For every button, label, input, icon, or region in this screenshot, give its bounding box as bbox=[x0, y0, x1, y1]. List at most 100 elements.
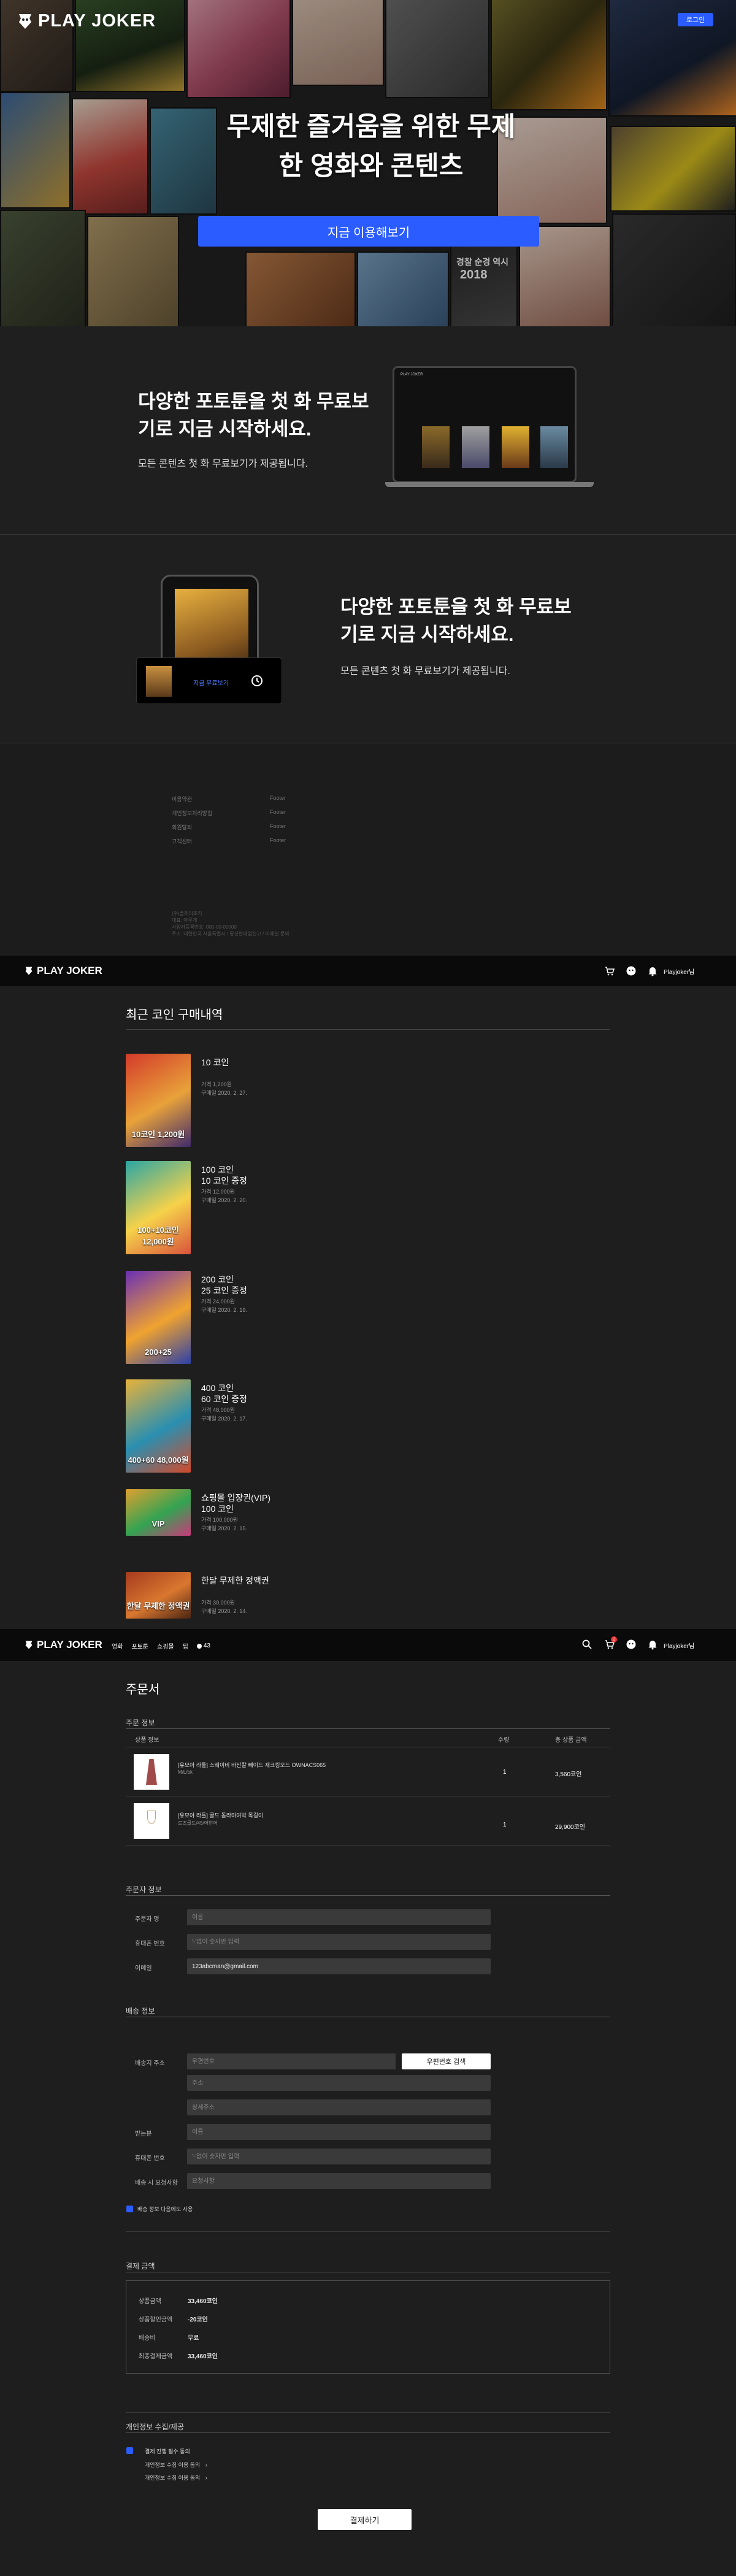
delivery-request-input[interactable] bbox=[187, 2173, 491, 2189]
product-thumb[interactable] bbox=[134, 1754, 169, 1790]
promo-title-line2: 기로 지금 시작하세요. bbox=[138, 418, 312, 440]
bell-icon[interactable] bbox=[647, 965, 658, 976]
purchase-thumbnail[interactable]: 100+10코인 12,000원 bbox=[126, 1161, 191, 1254]
purchase-title: 10 코인 bbox=[201, 1057, 229, 1067]
hero-title: 무제한 즐거움을 위한 무제 한 영화와 콘텐츠 bbox=[218, 107, 524, 186]
buyer-name-label: 주문자 명 bbox=[135, 1916, 159, 1923]
brand-logo[interactable]: PLAY JOKER bbox=[25, 1639, 102, 1651]
discount-value: -20코인 bbox=[188, 2317, 208, 2323]
poster bbox=[502, 426, 529, 468]
recipient-input[interactable] bbox=[187, 2124, 491, 2140]
final-total-value: 33,460코인 bbox=[188, 2353, 218, 2360]
final-total-label: 최종결제금액 bbox=[139, 2353, 173, 2360]
thumbnail-caption: 10코인 1,200원 bbox=[131, 1130, 185, 1139]
purchase-bonus: 60 코인 증정 bbox=[201, 1394, 247, 1404]
purchase-date: 구매일 2020. 2. 15. bbox=[201, 1525, 247, 1531]
main-nav-bar: PLAY JOKER 영화 포토툰 쇼핑몰 팁 43 2 Playjoker님 bbox=[0, 1629, 736, 1661]
agree-item[interactable]: 개인정보 수집 이용 동의 › bbox=[145, 2474, 207, 2482]
pay-button[interactable]: 결제하기 bbox=[318, 2509, 412, 2530]
divider bbox=[126, 2412, 610, 2413]
product-qty: 1 bbox=[503, 1769, 507, 1776]
hero-title-line2: 한 영화와 콘텐츠 bbox=[278, 151, 464, 181]
profile-icon[interactable] bbox=[626, 1639, 637, 1650]
col-total: 총 상품 금액 bbox=[555, 1737, 587, 1744]
shipping-fee-label: 배송비 bbox=[139, 2335, 156, 2342]
payment-summary: 상품금액 33,460코인 상품할인금액 -20코인 배송비 무료 최종결제금액… bbox=[126, 2280, 610, 2374]
col-product: 상품 정보 bbox=[135, 1737, 159, 1744]
footer-link[interactable]: Footer bbox=[270, 809, 286, 815]
product-name[interactable]: [유모아 라틀] 스웨이비 바틴칼 빼이드 재크킹오드 OWNACS065 bbox=[178, 1761, 326, 1769]
buyer-email-input[interactable] bbox=[187, 1958, 491, 1974]
agree-item[interactable]: 개인정보 수집 이용 동의 › bbox=[145, 2461, 207, 2469]
purchase-thumbnail[interactable]: 한달 무제한 정액권 bbox=[126, 1572, 191, 1619]
purchase-thumbnail[interactable]: VIP bbox=[126, 1489, 191, 1536]
chevron-right-icon: › bbox=[205, 2462, 207, 2468]
address-detail-input[interactable] bbox=[187, 2099, 491, 2115]
purchase-title: 100 코인 bbox=[201, 1165, 234, 1175]
footer-link[interactable]: Footer bbox=[270, 823, 286, 829]
player-card[interactable]: 지금 무료보기 bbox=[136, 657, 282, 704]
joker-logo-icon bbox=[25, 1641, 33, 1649]
address-input[interactable] bbox=[187, 2075, 491, 2091]
product-option: M/L/bk bbox=[178, 1769, 193, 1775]
purchase-thumbnail[interactable]: 200+25 bbox=[126, 1271, 191, 1364]
footer-meta-line: 대표: 아무개 bbox=[172, 918, 197, 923]
cart-icon[interactable] bbox=[604, 965, 615, 976]
recipient-phone-input[interactable] bbox=[187, 2149, 491, 2164]
promo-subtitle: 모든 콘텐츠 첫 화 무료보기가 제공됩니다. bbox=[138, 459, 308, 469]
buyer-email-label: 이메일 bbox=[135, 1965, 152, 1972]
free-view-link[interactable]: 지금 무료보기 bbox=[193, 678, 229, 687]
dress-image bbox=[146, 1759, 157, 1785]
product-qty: 1 bbox=[503, 1822, 507, 1828]
brand-logo[interactable]: PLAY JOKER bbox=[25, 965, 102, 977]
player-thumb bbox=[146, 666, 172, 697]
poster bbox=[462, 426, 489, 468]
bell-icon[interactable] bbox=[647, 1639, 658, 1650]
discount-label: 상품할인금액 bbox=[139, 2317, 173, 2323]
profile-icon[interactable] bbox=[626, 965, 637, 976]
coin-history-title: 최근 코인 구매내역 bbox=[126, 1008, 223, 1022]
coin-count: 43 bbox=[203, 1643, 210, 1649]
purchase-thumbnail[interactable]: 10코인 1,200원 bbox=[126, 1054, 191, 1147]
promo-title-line1: 다양한 포토툰을 첫 화 무료보 bbox=[138, 391, 369, 412]
purchase-date: 구매일 2020. 2. 27. bbox=[201, 1090, 247, 1096]
agree-all-checkbox[interactable] bbox=[126, 2447, 133, 2454]
menu-movie[interactable]: 영화 bbox=[112, 1641, 123, 1650]
buyer-phone-input[interactable] bbox=[187, 1934, 491, 1950]
purchase-item: 한달 무제한 정액권 한달 무제한 정액권 가격 30,000원 구매일 2020. … bbox=[126, 1572, 610, 1619]
thumbnail-caption: 200+25 bbox=[145, 1347, 172, 1357]
brand-logo[interactable]: PLAY JOKER bbox=[17, 11, 156, 31]
hero-section: 경찰 순경 역시 2018 PLAY JOKER 로그인 무제한 즐거움을 위한… bbox=[0, 0, 736, 326]
purchase-item: VIP 쇼핑몰 입장권(VIP) 100 코인 가격 100,000원 구매일 2020… bbox=[126, 1489, 610, 1536]
footer-link[interactable]: 개인정보처리방침 bbox=[172, 809, 212, 817]
user-menu[interactable]: Playjoker님 bbox=[664, 1641, 694, 1650]
purchase-date: 구매일 2020. 2. 20. bbox=[201, 1197, 247, 1203]
zipcode-input[interactable] bbox=[187, 2053, 396, 2069]
section-title: 개인정보 수집/제공 bbox=[126, 2423, 184, 2431]
menu-shop[interactable]: 쇼핑몰 bbox=[157, 1641, 174, 1650]
user-menu[interactable]: Playjoker님 bbox=[664, 967, 694, 976]
footer-link[interactable]: 회원탈퇴 bbox=[172, 823, 192, 831]
promo-section-2: 지금 무료보기 다양한 포토툰을 첫 화 무료보 기로 지금 시작하세요. 모든… bbox=[0, 535, 736, 743]
footer-link[interactable]: Footer bbox=[270, 837, 286, 843]
product-option: 로즈골드/45/어반어 bbox=[178, 1820, 218, 1826]
product-name[interactable]: [유모아 라틀] 골드 돌라마여박 목걸이 bbox=[178, 1811, 263, 1819]
promo-title: 다양한 포토툰을 첫 화 무료보 기로 지금 시작하세요. bbox=[138, 388, 369, 443]
menu-tip[interactable]: 팁 bbox=[183, 1641, 188, 1650]
footer-meta-line: 사업자등록번호: 000-00-00000 bbox=[172, 924, 237, 930]
zipcode-search-button[interactable]: 우편번호 검색 bbox=[402, 2053, 491, 2069]
buyer-name-input[interactable] bbox=[187, 1909, 491, 1925]
product-thumb[interactable] bbox=[134, 1803, 169, 1839]
coin-balance[interactable]: 43 bbox=[196, 1641, 210, 1650]
footer-link[interactable]: Footer bbox=[270, 795, 286, 801]
menu-phototoon[interactable]: 포토툰 bbox=[131, 1641, 148, 1650]
save-shipping-checkbox[interactable] bbox=[126, 2206, 133, 2212]
product-total: 3,560코인 bbox=[555, 1771, 582, 1778]
footer-link[interactable]: 고객센터 bbox=[172, 837, 192, 845]
login-button[interactable]: 로그인 bbox=[678, 13, 713, 26]
start-now-button[interactable]: 지금 이용해보기 bbox=[198, 216, 539, 247]
footer-link[interactable]: 이용약관 bbox=[172, 795, 192, 803]
purchase-price: 가격 100,000원 bbox=[201, 1517, 238, 1523]
search-icon[interactable] bbox=[581, 1639, 592, 1650]
purchase-thumbnail[interactable]: 400+60 48,000원 bbox=[126, 1379, 191, 1473]
